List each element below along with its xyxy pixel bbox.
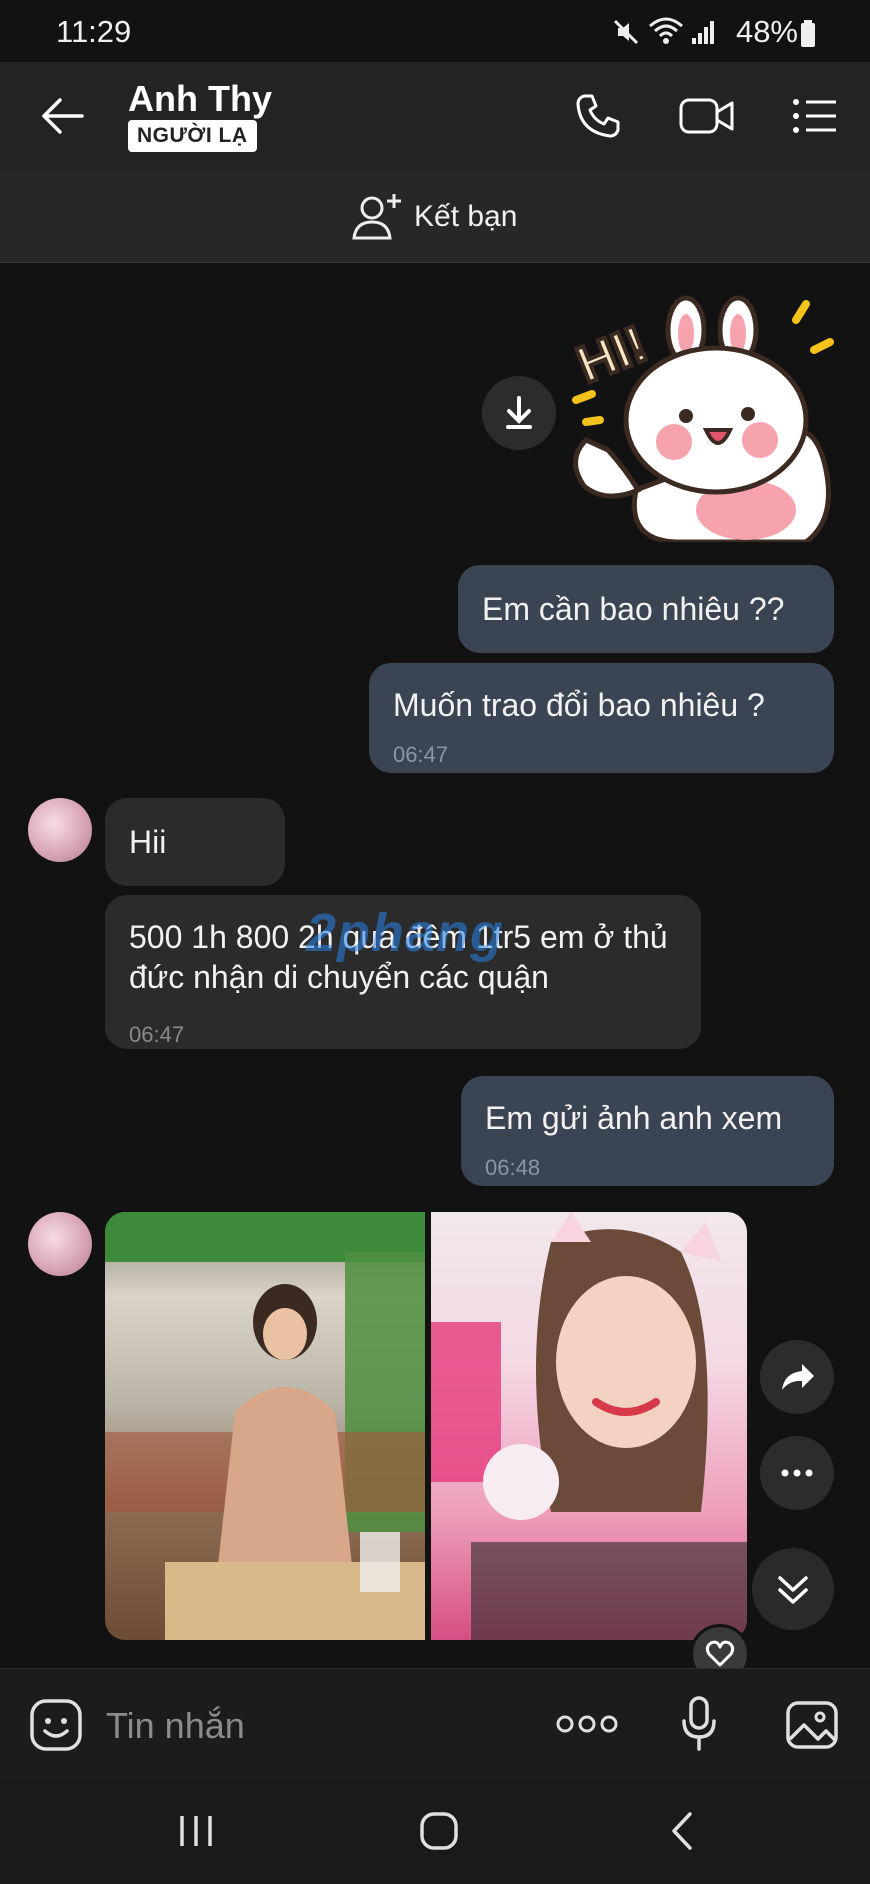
more-options-button[interactable] — [760, 1436, 834, 1510]
download-icon — [506, 396, 532, 429]
message-time: 06:48 — [485, 1155, 541, 1180]
message-bubble-received[interactable]: Hii — [105, 798, 285, 886]
message-time: 06:47 — [393, 742, 449, 767]
back-nav-icon[interactable] — [668, 1810, 698, 1852]
more-actions-icon[interactable] — [556, 1709, 618, 1739]
signal-icon — [692, 21, 714, 44]
message-time: 06:47 — [129, 1022, 185, 1047]
message-text: Em gửi ảnh anh xem — [485, 1100, 783, 1136]
recent-apps-icon[interactable] — [176, 1814, 216, 1848]
photo-illustration — [431, 1212, 747, 1640]
battery-icon — [801, 20, 815, 47]
message-bubble-sent[interactable]: Em gửi ảnh anh xem 06:48 — [461, 1076, 834, 1186]
image-gallery-icon[interactable] — [784, 1699, 840, 1751]
double-chevron-down-icon — [778, 1576, 808, 1604]
share-arrow-icon — [782, 1364, 814, 1390]
message-input-bar: Tin nhắn — [0, 1668, 870, 1781]
message-text: Hii — [129, 824, 167, 860]
message-bubble-sent[interactable]: Muốn trao đổi bao nhiêu ? 06:47 — [369, 663, 834, 773]
contact-name: Anh Thy — [128, 78, 272, 119]
message-text: Muốn trao đổi bao nhiêu ? — [393, 687, 765, 723]
shared-photo[interactable] — [105, 1212, 425, 1640]
microphone-icon[interactable] — [680, 1695, 718, 1753]
add-user-icon — [352, 194, 401, 240]
system-nav-bar — [0, 1780, 870, 1884]
menu-list-icon[interactable] — [792, 96, 838, 136]
shared-photo[interactable] — [431, 1212, 747, 1640]
sticker-emoji-icon[interactable] — [28, 1697, 84, 1753]
watermark-logo: 2phang — [306, 903, 505, 963]
contact-avatar[interactable] — [28, 1212, 92, 1276]
hi-bunny-sticker: HI! — [567, 295, 834, 542]
message-bubble-sent[interactable]: Em cần bao nhiêu ?? — [458, 565, 834, 653]
chat-header: Anh Thy NGƯỜI LẠ — [0, 62, 870, 170]
phone-call-icon[interactable] — [574, 92, 622, 140]
status-time: 11:29 — [56, 14, 132, 49]
photo-illustration — [105, 1212, 425, 1640]
contact-avatar[interactable] — [28, 798, 92, 862]
scroll-to-bottom-button[interactable] — [752, 1548, 834, 1630]
add-friend-label: Kết bạn — [414, 200, 518, 233]
status-bar: 11:29 48% — [0, 0, 870, 62]
mute-icon — [613, 19, 639, 45]
stranger-badge: NGƯỜI LẠ — [128, 120, 257, 152]
download-sticker-button[interactable] — [482, 376, 556, 450]
more-dots-icon — [781, 1469, 813, 1477]
back-arrow-icon[interactable] — [40, 96, 84, 136]
message-input[interactable]: Tin nhắn — [106, 1705, 245, 1747]
home-icon[interactable] — [418, 1810, 460, 1852]
battery-percent: 48% — [735, 14, 798, 49]
wifi-icon — [649, 17, 683, 44]
video-call-icon[interactable] — [678, 94, 736, 138]
add-friend-bar[interactable]: Kết bạn — [0, 170, 870, 263]
share-button[interactable] — [760, 1340, 834, 1414]
message-text: Em cần bao nhiêu ?? — [482, 591, 785, 627]
